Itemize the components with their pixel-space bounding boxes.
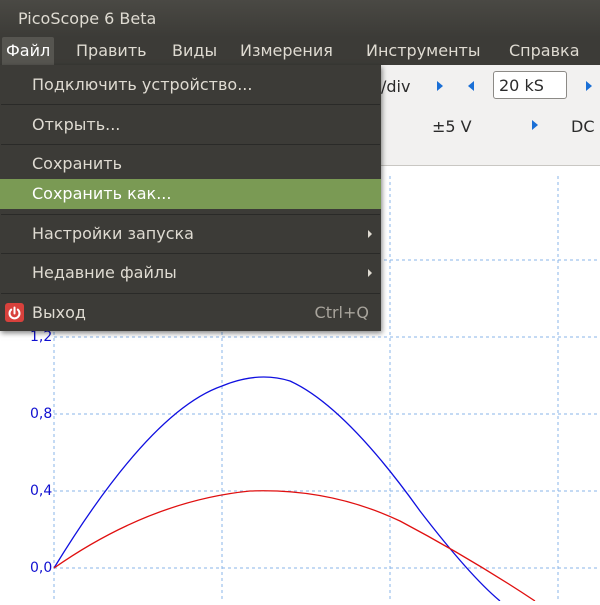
- samples-input[interactable]: 20 kS: [493, 71, 567, 99]
- menu-item-open[interactable]: Открыть...: [0, 110, 381, 140]
- menu-separator: [1, 104, 380, 105]
- menu-help[interactable]: Справка: [505, 37, 584, 65]
- menu-item-label: Настройки запуска: [32, 224, 194, 243]
- menu-view[interactable]: Виды: [168, 37, 221, 65]
- timebase-label[interactable]: /div: [381, 77, 410, 96]
- menu-separator: [1, 214, 380, 215]
- menu-separator: [1, 144, 380, 145]
- samples-prev-arrow-icon[interactable]: [468, 81, 474, 91]
- menu-item-label: Сохранить как...: [32, 184, 172, 203]
- title-bar: PicoScope 6 Beta: [0, 0, 600, 37]
- channel-a-trace: [53, 376, 501, 602]
- channel-b-trace: [53, 490, 536, 602]
- menu-item-save[interactable]: Сохранить: [0, 149, 381, 179]
- range-label[interactable]: ±5 V: [432, 117, 472, 136]
- y-tick-label: 1,2: [30, 329, 52, 345]
- range-next-arrow-icon[interactable]: [532, 120, 538, 130]
- submenu-arrow-icon: [368, 230, 372, 238]
- menu-measurements[interactable]: Измерения: [236, 37, 337, 65]
- menu-item-quit[interactable]: Выход Ctrl+Q: [0, 298, 381, 328]
- submenu-arrow-icon: [368, 269, 372, 277]
- y-tick-label: 0,8: [30, 406, 52, 422]
- timebase-next-arrow-icon[interactable]: [437, 81, 443, 91]
- menu-bar: Файл Править Виды Измерения Инструменты …: [0, 37, 600, 65]
- menu-tools[interactable]: Инструменты: [362, 37, 485, 65]
- file-menu: Подключить устройство... Открыть... Сохр…: [0, 65, 381, 331]
- menu-separator: [1, 253, 380, 254]
- samples-next-arrow-icon[interactable]: [586, 81, 592, 91]
- menu-item-save-as[interactable]: Сохранить как...: [0, 179, 381, 209]
- menu-item-label: Подключить устройство...: [32, 75, 253, 94]
- y-tick-label: 0,0: [30, 560, 52, 576]
- power-icon: [5, 303, 24, 322]
- shortcut-label: Ctrl+Q: [314, 303, 369, 322]
- menu-item-label: Открыть...: [32, 115, 121, 134]
- menu-item-label: Выход: [32, 303, 86, 322]
- menu-item-recent-files[interactable]: Недавние файлы: [0, 258, 381, 288]
- window-title: PicoScope 6 Beta: [18, 9, 157, 28]
- menu-separator: [1, 293, 380, 294]
- menu-item-label: Недавние файлы: [32, 263, 177, 282]
- y-tick-label: 0,4: [30, 483, 52, 499]
- menu-file[interactable]: Файл: [2, 37, 55, 65]
- menu-item-label: Сохранить: [32, 154, 122, 173]
- menu-item-connect-device[interactable]: Подключить устройство...: [0, 70, 381, 100]
- menu-edit[interactable]: Править: [72, 37, 151, 65]
- coupling-label[interactable]: DC: [571, 117, 595, 136]
- menu-item-trigger-settings[interactable]: Настройки запуска: [0, 219, 381, 249]
